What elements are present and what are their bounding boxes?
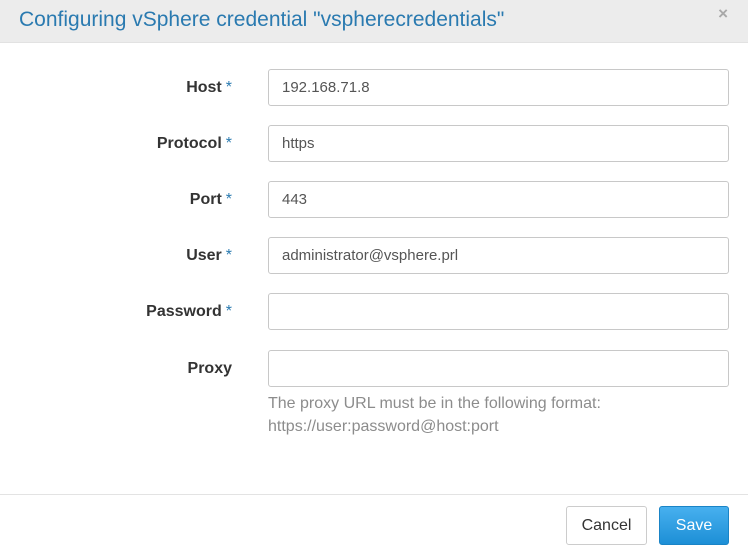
port-input[interactable] bbox=[268, 181, 729, 218]
required-marker: * bbox=[225, 303, 232, 320]
protocol-input[interactable] bbox=[268, 125, 729, 162]
configure-credential-dialog: Configuring vSphere credential "vspherec… bbox=[0, 0, 748, 554]
proxy-help-line: https://user:password@host:port bbox=[268, 418, 499, 435]
password-label: Password * bbox=[146, 303, 232, 320]
dialog-title: Configuring vSphere credential "vspherec… bbox=[19, 8, 505, 31]
proxy-input[interactable] bbox=[268, 350, 729, 387]
required-marker: * bbox=[225, 79, 232, 96]
proxy-row: Proxy bbox=[0, 350, 748, 387]
user-input[interactable] bbox=[268, 237, 729, 274]
protocol-row: Protocol * bbox=[0, 125, 748, 162]
close-icon[interactable]: × bbox=[718, 5, 728, 23]
protocol-label: Protocol * bbox=[156, 135, 232, 152]
proxy-help-text: The proxy URL must be in the following f… bbox=[268, 392, 708, 438]
password-row: Password * bbox=[0, 293, 748, 330]
required-marker: * bbox=[225, 135, 232, 152]
footer-divider bbox=[0, 494, 748, 495]
save-button[interactable]: Save bbox=[659, 506, 729, 545]
host-label: Host * bbox=[186, 79, 232, 96]
user-row: User * bbox=[0, 237, 748, 274]
user-label: User * bbox=[186, 247, 232, 264]
required-marker: * bbox=[225, 191, 232, 208]
host-input[interactable] bbox=[268, 69, 729, 106]
proxy-label: Proxy bbox=[187, 360, 232, 377]
dialog-header: Configuring vSphere credential "vspherec… bbox=[0, 0, 748, 43]
proxy-help-line: The proxy URL must be in the following f… bbox=[268, 395, 601, 412]
host-row: Host * bbox=[0, 69, 748, 106]
password-input[interactable] bbox=[268, 293, 729, 330]
required-marker: * bbox=[225, 247, 232, 264]
port-label: Port * bbox=[189, 191, 232, 208]
port-row: Port * bbox=[0, 181, 748, 218]
cancel-button[interactable]: Cancel bbox=[566, 506, 647, 545]
